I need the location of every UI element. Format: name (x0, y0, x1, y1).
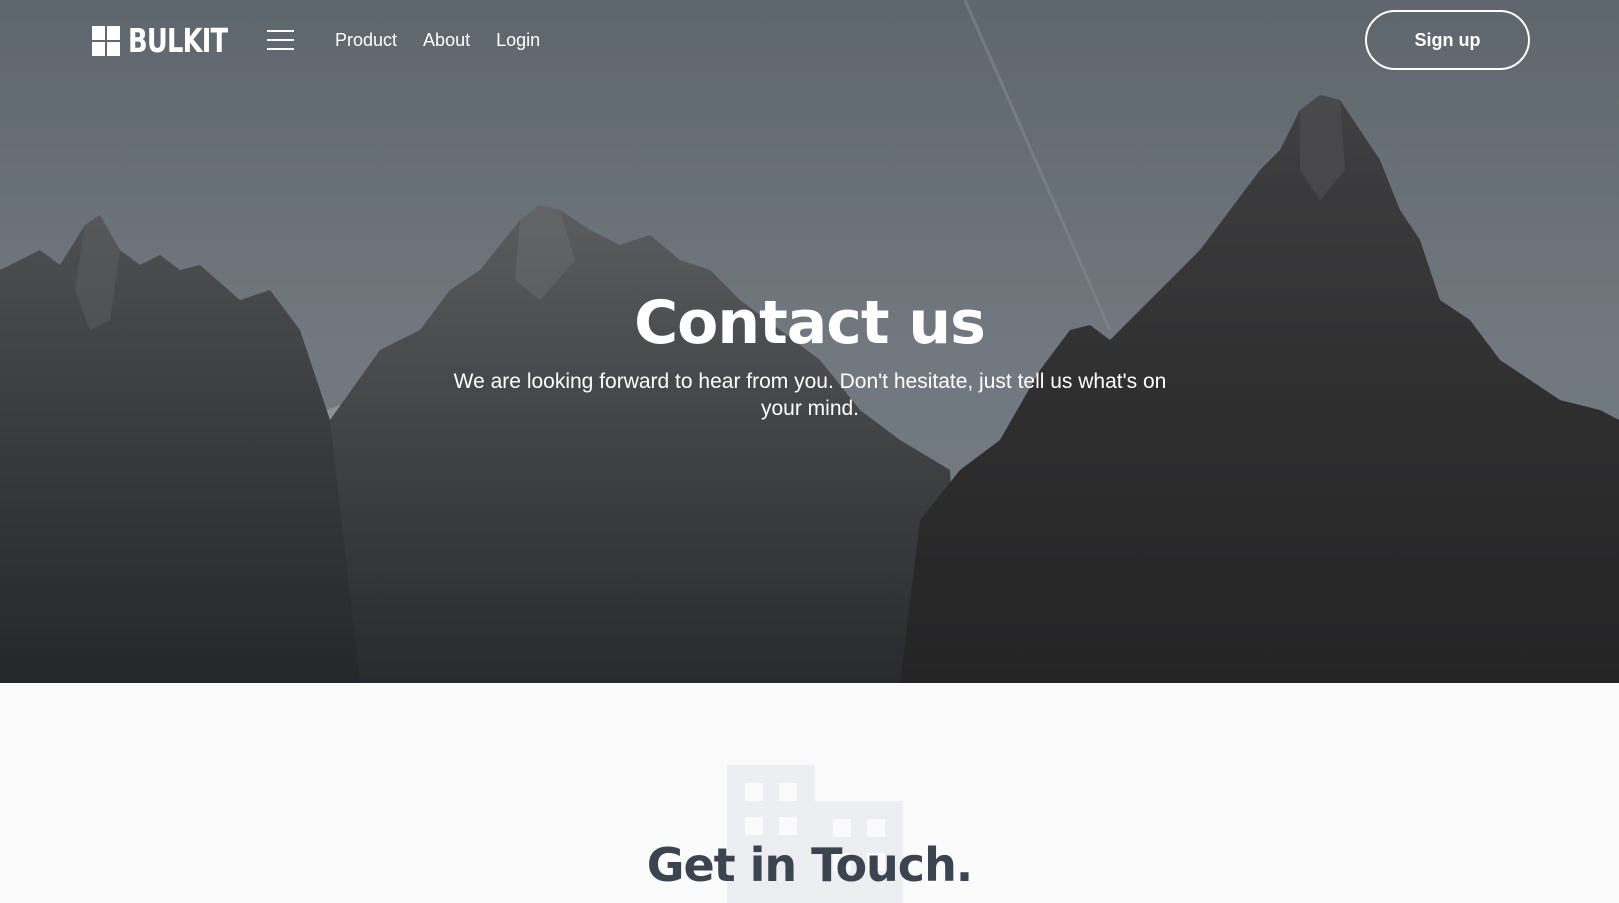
nav-link-product[interactable]: Product (335, 28, 397, 52)
nav-links: Product About Login (335, 28, 540, 52)
brand-logo[interactable]: BULKIT (92, 24, 255, 58)
nav-link-login[interactable]: Login (496, 28, 540, 52)
hero-title: Contact us (634, 288, 986, 358)
nav-link-about[interactable]: About (423, 28, 470, 52)
hamburger-menu-icon[interactable] (267, 30, 294, 50)
hero-subtitle: We are looking forward to hear from you.… (453, 370, 1167, 420)
brand-name: BULKIT (128, 21, 228, 60)
top-navbar: BULKIT Product About Login Sign up (0, 0, 1619, 80)
get-in-touch-section: Get in Touch. (0, 683, 1619, 903)
grid-logo-icon (92, 26, 120, 56)
signup-button[interactable]: Sign up (1365, 10, 1530, 70)
section-title: Get in Touch. (646, 838, 974, 892)
